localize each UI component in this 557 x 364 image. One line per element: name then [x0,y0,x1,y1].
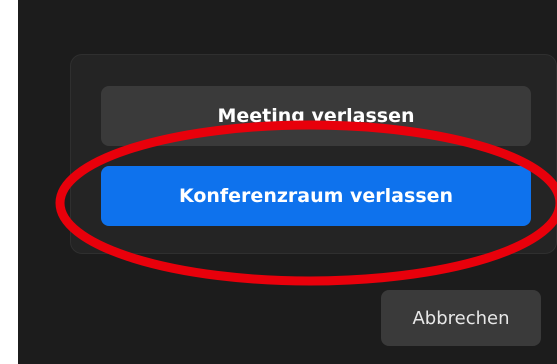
cancel-button[interactable]: Abbrechen [381,290,541,346]
leave-meeting-button[interactable]: Meeting verlassen [101,86,531,146]
screenshot-stage: Meeting verlassen Konferenzraum verlasse… [0,0,557,364]
leave-breakout-room-button[interactable]: Konferenzraum verlassen [101,166,531,226]
